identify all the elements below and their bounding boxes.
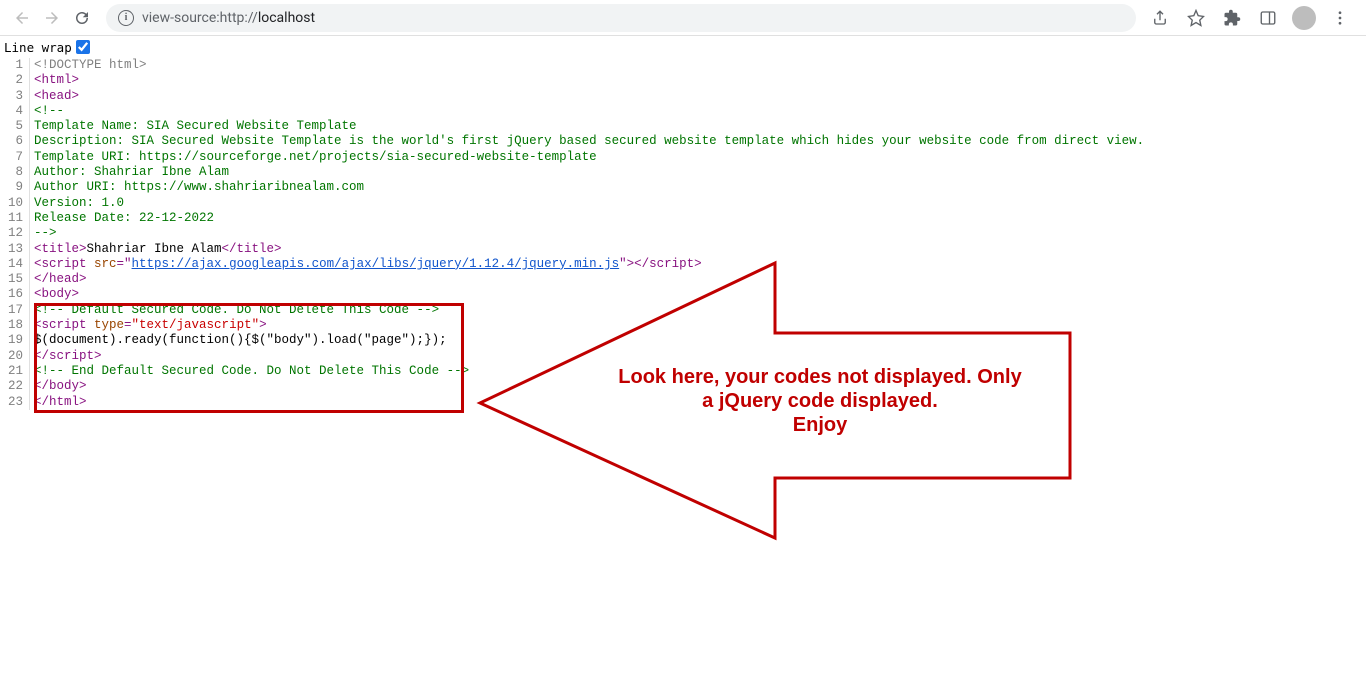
panel-icon	[1259, 9, 1277, 27]
reload-icon	[73, 9, 91, 27]
line-code: <script type="text/javascript">	[30, 318, 267, 333]
source-line: 4<!--	[0, 104, 1366, 119]
callout-line-3: Enjoy	[580, 413, 1060, 437]
source-line: 6Description: SIA Secured Website Templa…	[0, 134, 1366, 149]
source-line: 13<title>Shahriar Ibne Alam</title>	[0, 242, 1366, 257]
line-code: <head>	[30, 89, 79, 104]
line-number: 12	[0, 226, 30, 241]
address-bar[interactable]: i view-source:http://localhost	[106, 4, 1136, 32]
line-code: <script src="https://ajax.googleapis.com…	[30, 257, 702, 272]
source-line: 2<html>	[0, 73, 1366, 88]
avatar-icon	[1292, 6, 1316, 30]
kebab-icon	[1331, 9, 1349, 27]
source-line: 12-->	[0, 226, 1366, 241]
line-wrap-checkbox[interactable]	[76, 40, 90, 54]
line-number: 1	[0, 58, 30, 73]
extensions-button[interactable]	[1218, 4, 1246, 32]
line-code: <html>	[30, 73, 79, 88]
browser-toolbar: i view-source:http://localhost	[0, 0, 1366, 36]
line-number: 9	[0, 180, 30, 195]
site-info-icon[interactable]: i	[118, 10, 134, 26]
line-number: 21	[0, 364, 30, 379]
line-number: 22	[0, 379, 30, 394]
line-number: 17	[0, 303, 30, 318]
source-line: 19$(document).ready(function(){$("body")…	[0, 333, 1366, 348]
line-code: <body>	[30, 287, 79, 302]
line-number: 13	[0, 242, 30, 257]
puzzle-icon	[1223, 9, 1241, 27]
callout-line-2: a jQuery code displayed.	[580, 389, 1060, 413]
source-line: 10Version: 1.0	[0, 196, 1366, 211]
line-code: -->	[30, 226, 57, 241]
back-button[interactable]	[8, 4, 36, 32]
line-number: 14	[0, 257, 30, 272]
bookmark-button[interactable]	[1182, 4, 1210, 32]
line-code: </html>	[30, 395, 87, 410]
share-button[interactable]	[1146, 4, 1174, 32]
line-number: 4	[0, 104, 30, 119]
forward-button[interactable]	[38, 4, 66, 32]
line-code: Template Name: SIA Secured Website Templ…	[30, 119, 357, 134]
line-number: 11	[0, 211, 30, 226]
source-line: 18<script type="text/javascript">	[0, 318, 1366, 333]
arrow-right-icon	[43, 9, 61, 27]
source-line: 8Author: Shahriar Ibne Alam	[0, 165, 1366, 180]
line-code: <!-- Default Secured Code. Do Not Delete…	[30, 303, 439, 318]
line-number: 7	[0, 150, 30, 165]
line-code: <title>Shahriar Ibne Alam</title>	[30, 242, 282, 257]
source-line: 5Template Name: SIA Secured Website Temp…	[0, 119, 1366, 134]
line-number: 18	[0, 318, 30, 333]
source-line: 1<!DOCTYPE html>	[0, 58, 1366, 73]
line-code: </script>	[30, 349, 102, 364]
line-number: 2	[0, 73, 30, 88]
toolbar-right	[1146, 4, 1358, 32]
line-number: 20	[0, 349, 30, 364]
share-icon	[1151, 9, 1169, 27]
source-line: 14<script src="https://ajax.googleapis.c…	[0, 257, 1366, 272]
source-view: 1<!DOCTYPE html>2<html>3<head>4<!--5Temp…	[0, 58, 1366, 410]
line-number: 8	[0, 165, 30, 180]
star-icon	[1187, 9, 1205, 27]
line-code: Author: Shahriar Ibne Alam	[30, 165, 229, 180]
source-line: 11Release Date: 22-12-2022	[0, 211, 1366, 226]
callout-line-1: Look here, your codes not displayed. Onl…	[580, 365, 1060, 389]
line-code: <!DOCTYPE html>	[30, 58, 147, 73]
source-line: 9Author URI: https://www.shahriaribneala…	[0, 180, 1366, 195]
line-wrap-bar: Line wrap	[0, 36, 1366, 58]
line-code: Description: SIA Secured Website Templat…	[30, 134, 1144, 149]
sidepanel-button[interactable]	[1254, 4, 1282, 32]
line-number: 15	[0, 272, 30, 287]
url-text: view-source:http://localhost	[142, 10, 315, 26]
source-line: 20</script>	[0, 349, 1366, 364]
source-line: 17<!-- Default Secured Code. Do Not Dele…	[0, 303, 1366, 318]
line-code: Version: 1.0	[30, 196, 124, 211]
source-line: 7Template URI: https://sourceforge.net/p…	[0, 150, 1366, 165]
line-number: 5	[0, 119, 30, 134]
line-code: </head>	[30, 272, 87, 287]
line-code: $(document).ready(function(){$("body").l…	[30, 333, 447, 348]
line-number: 10	[0, 196, 30, 211]
arrow-left-icon	[13, 9, 31, 27]
menu-button[interactable]	[1326, 4, 1354, 32]
line-code: </body>	[30, 379, 87, 394]
reload-button[interactable]	[68, 4, 96, 32]
line-code: Author URI: https://www.shahriaribnealam…	[30, 180, 364, 195]
line-code: Template URI: https://sourceforge.net/pr…	[30, 150, 597, 165]
annotation-callout-text: Look here, your codes not displayed. Onl…	[580, 365, 1060, 437]
source-line: 16<body>	[0, 287, 1366, 302]
line-code: <!--	[30, 104, 64, 119]
line-number: 6	[0, 134, 30, 149]
line-number: 16	[0, 287, 30, 302]
profile-button[interactable]	[1290, 4, 1318, 32]
line-number: 23	[0, 395, 30, 410]
line-wrap-label: Line wrap	[4, 40, 72, 55]
source-line: 3<head>	[0, 89, 1366, 104]
line-code: <!-- End Default Secured Code. Do Not De…	[30, 364, 469, 379]
line-number: 19	[0, 333, 30, 348]
line-code: Release Date: 22-12-2022	[30, 211, 214, 226]
source-line: 15</head>	[0, 272, 1366, 287]
line-number: 3	[0, 89, 30, 104]
